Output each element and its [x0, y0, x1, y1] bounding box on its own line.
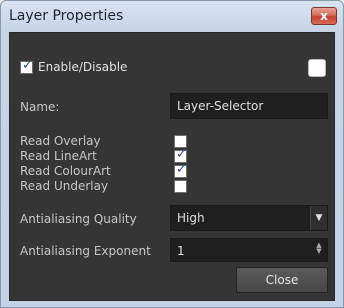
name-value: Layer-Selector — [177, 99, 264, 113]
dialog-body: ✓ Enable/Disable Name: Layer-Selector Re… — [9, 32, 335, 301]
checkmark-icon: ✓ — [176, 162, 187, 177]
aa-quality-value: High — [177, 211, 205, 225]
read-lineart-label: Read LineArt — [20, 149, 97, 163]
layer-properties-window: Layer Properties x ✓ Enable/Disable Name… — [0, 0, 344, 308]
read-underlay-label: Read Underlay — [20, 179, 109, 193]
close-button[interactable]: Close — [236, 267, 328, 293]
window-close-button[interactable]: x — [311, 7, 337, 25]
layer-color-swatch[interactable] — [308, 59, 326, 77]
dropdown-arrow-icon[interactable]: ▼ — [310, 206, 327, 230]
aa-quality-dropdown[interactable]: High ▼ — [170, 205, 328, 231]
enable-disable-checkbox[interactable]: ✓ — [20, 58, 33, 74]
read-colourart-label: Read ColourArt — [20, 164, 111, 178]
read-colourart-checkbox[interactable]: ✓ — [174, 162, 187, 178]
title-bar[interactable]: Layer Properties x — [1, 1, 343, 31]
aa-quality-label: Antialiasing Quality — [20, 212, 137, 226]
window-title: Layer Properties — [9, 8, 124, 24]
name-label: Name: — [20, 100, 60, 114]
aa-exponent-spinbox[interactable]: 1 ▲ ▼ — [170, 238, 328, 262]
read-underlay-checkbox[interactable] — [174, 180, 187, 193]
name-input[interactable]: Layer-Selector — [170, 93, 328, 119]
read-overlay-label: Read Overlay — [20, 134, 101, 148]
aa-exponent-label: Antialiasing Exponent — [20, 244, 151, 258]
checkmark-icon: ✓ — [22, 58, 33, 73]
spin-down-icon[interactable]: ▼ — [314, 248, 324, 255]
checkmark-icon: ✓ — [176, 147, 187, 162]
close-icon: x — [320, 9, 328, 23]
spinner-arrows-icon[interactable]: ▲ ▼ — [314, 242, 324, 255]
enable-disable-label: Enable/Disable — [38, 60, 128, 74]
aa-exponent-value: 1 — [177, 244, 185, 258]
